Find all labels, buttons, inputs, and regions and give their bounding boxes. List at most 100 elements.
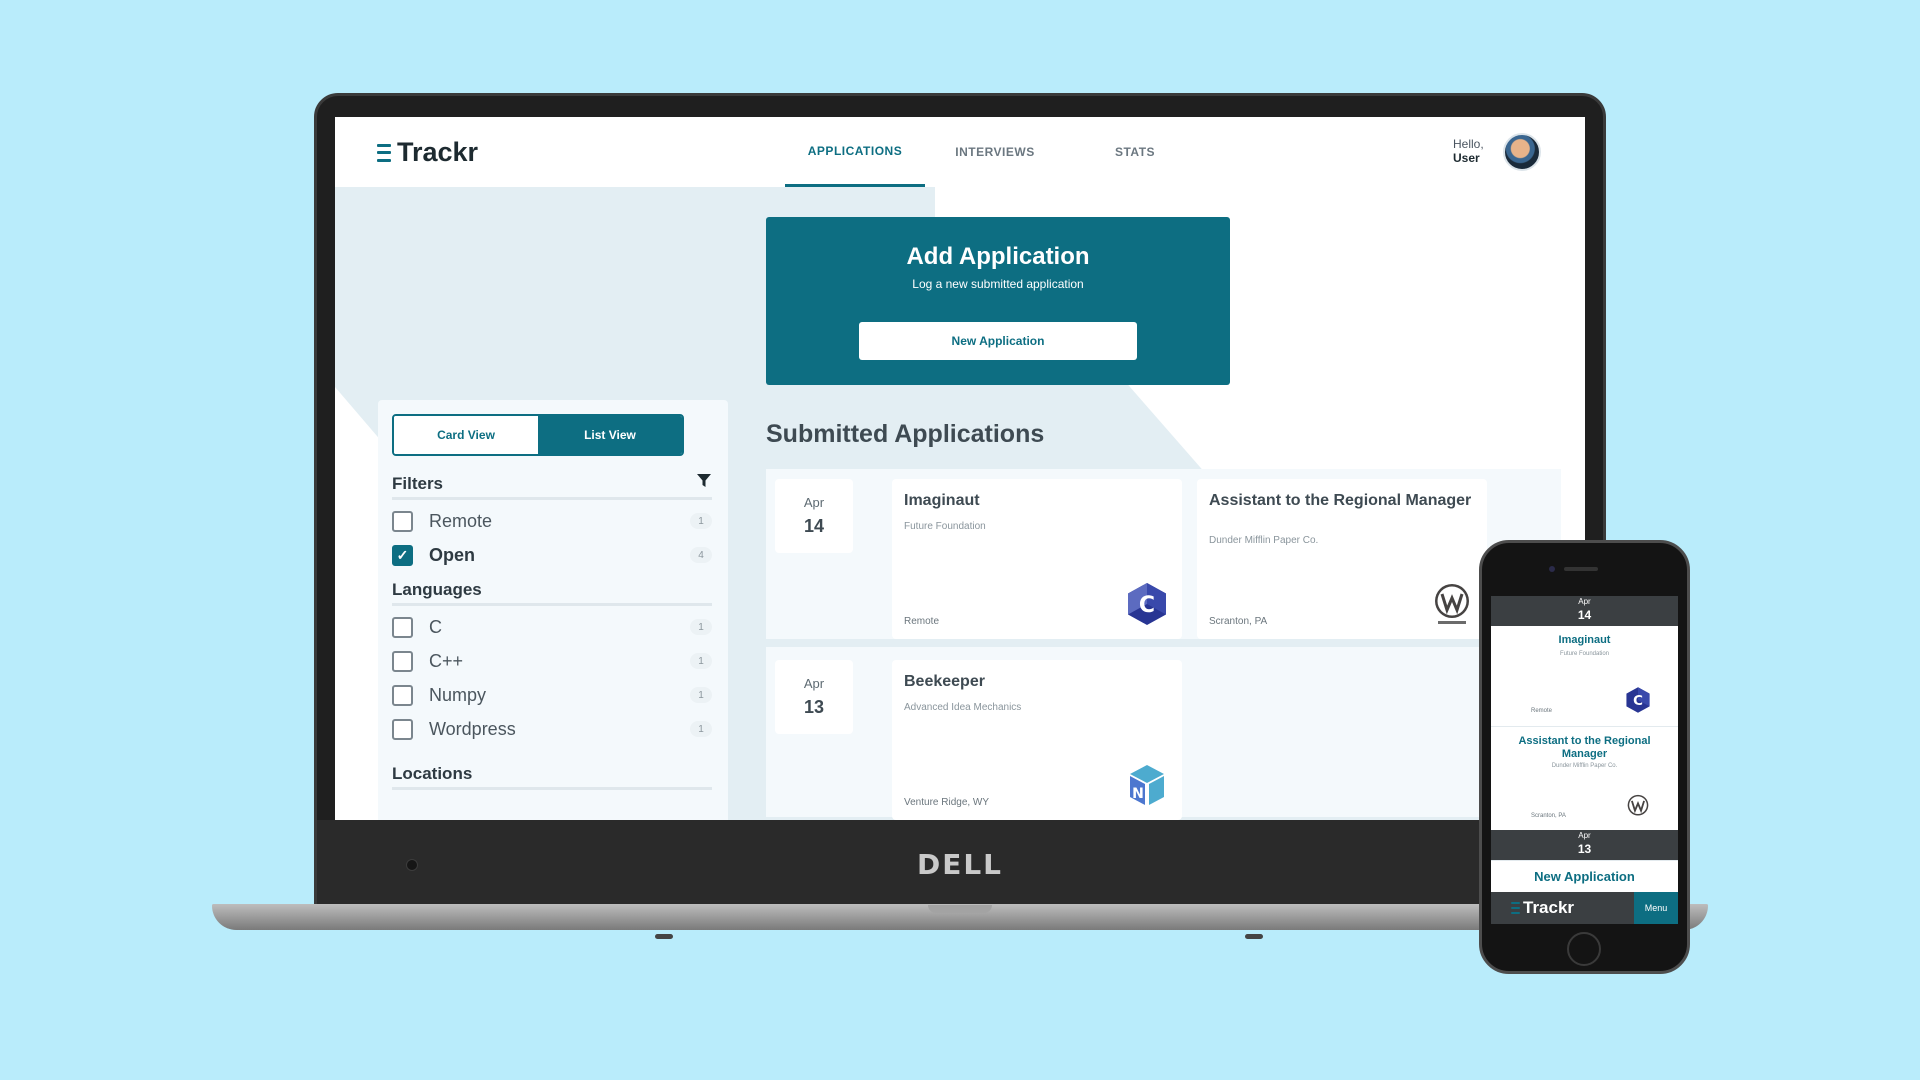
- filter-item-open[interactable]: ✓ Open 4: [392, 541, 712, 569]
- checkbox[interactable]: [392, 616, 413, 638]
- locations-heading: Locations: [392, 764, 473, 783]
- application-location: Scranton, PA: [1531, 813, 1566, 819]
- application-title: Beekeeper: [904, 673, 985, 690]
- filter-count: 1: [690, 687, 712, 703]
- submitted-applications-title: Submitted Applications: [766, 420, 1045, 448]
- filter-label: Wordpress: [429, 718, 516, 739]
- filter-count: 1: [690, 721, 712, 737]
- application-title: Imaginaut: [904, 492, 980, 509]
- filter-count: 1: [690, 653, 712, 669]
- application-company: Future Foundation: [904, 521, 986, 532]
- laptop-base-lip: [928, 905, 992, 913]
- date-badge: Apr 13: [775, 660, 853, 734]
- avatar[interactable]: [1503, 133, 1541, 171]
- date-day: 13: [1577, 842, 1592, 856]
- application-title: Assistant to the Regional Manager: [1209, 492, 1472, 509]
- c-language-icon: C: [1128, 583, 1166, 625]
- webcam: [406, 859, 418, 871]
- filter-count: 4: [690, 547, 712, 563]
- wordpress-icon: [1627, 794, 1649, 816]
- application-company: Dunder Mifflin Paper Co.: [1209, 535, 1319, 546]
- logo-text: Trackr: [1523, 898, 1575, 917]
- date-month: Apr: [1578, 831, 1591, 840]
- mobile-logo[interactable]: Trackr: [1511, 898, 1574, 918]
- checkbox[interactable]: [392, 510, 413, 532]
- add-application-title: Add Application: [906, 243, 1090, 270]
- list-view-button[interactable]: List View: [538, 416, 682, 454]
- filter-label: Remote: [429, 510, 493, 531]
- application-company: Dunder Mifflin Paper Co.: [1551, 763, 1618, 769]
- section-divider: [392, 787, 712, 790]
- filter-panel: Card View List View Filters Remote 1 ✓ O…: [378, 400, 728, 820]
- tab-interviews[interactable]: INTERVIEWS: [925, 117, 1065, 187]
- filter-count: 1: [690, 619, 712, 635]
- mobile-date-strip: Apr 14: [1491, 596, 1678, 626]
- mobile-application-card[interactable]: Imaginaut Future Foundation Remote C: [1491, 626, 1678, 726]
- menu-lines-icon: [1511, 902, 1520, 914]
- filter-item-numpy[interactable]: Numpy 1: [392, 681, 712, 709]
- svg-text:N: N: [1132, 786, 1144, 802]
- date-badge: Apr 14: [775, 479, 853, 553]
- app-header: Trackr APPLICATIONS INTERVIEWS STATS Hel…: [335, 117, 1585, 187]
- section-divider: [392, 497, 712, 500]
- view-toggle: Card View List View: [392, 414, 684, 456]
- checkbox[interactable]: [392, 684, 413, 706]
- application-card[interactable]: Beekeeper Advanced Idea Mechanics Ventur…: [892, 660, 1182, 820]
- application-card[interactable]: Imaginaut Future Foundation Remote C: [892, 479, 1182, 639]
- greeting-text: Hello,: [1453, 137, 1484, 151]
- checkbox[interactable]: [392, 718, 413, 740]
- filter-label: C: [429, 616, 442, 637]
- svg-text:C: C: [1139, 593, 1155, 618]
- tab-stats[interactable]: STATS: [1065, 117, 1205, 187]
- filter-count: 1: [690, 513, 712, 529]
- mobile-menu-button[interactable]: Menu: [1634, 892, 1678, 924]
- application-location: Scranton, PA: [1209, 616, 1268, 627]
- phone-home-button[interactable]: [1567, 932, 1601, 966]
- phone-speaker: [1564, 567, 1598, 571]
- c-language-icon: C: [1626, 687, 1650, 713]
- filter-item-remote[interactable]: Remote 1: [392, 507, 712, 535]
- filter-label: C++: [429, 650, 464, 671]
- application-title: Assistant to the Regional Manager: [1518, 735, 1651, 760]
- logo-text: Trackr: [397, 137, 479, 167]
- application-location: Remote: [1531, 708, 1553, 714]
- filter-item-cpp[interactable]: C++ 1: [392, 647, 712, 675]
- application-company: Future Foundation: [1559, 651, 1610, 657]
- date-day: 14: [1577, 608, 1592, 622]
- filter-item-c[interactable]: C 1: [392, 613, 712, 641]
- date-month: Apr: [1578, 597, 1591, 606]
- laptop-brand-logo: DELL: [916, 848, 1004, 881]
- menu-lines-icon: [377, 143, 391, 162]
- date-day: 13: [803, 697, 825, 717]
- mobile-application-card[interactable]: Assistant to the Regional Manager Dunder…: [1491, 726, 1678, 830]
- filter-item-wordpress[interactable]: Wordpress 1: [392, 715, 712, 743]
- application-card[interactable]: Assistant to the Regional Manager Dunder…: [1197, 479, 1487, 639]
- app-logo[interactable]: Trackr: [377, 137, 478, 168]
- card-view-button[interactable]: Card View: [394, 416, 538, 454]
- phone-camera: [1549, 566, 1555, 572]
- checkbox-checked[interactable]: ✓: [392, 544, 413, 566]
- laptop-foot: [1245, 934, 1263, 939]
- date-month: Apr: [803, 676, 825, 691]
- numpy-icon: N: [1130, 765, 1164, 805]
- filter-label: Open: [429, 544, 476, 565]
- application-title: Imaginaut: [1558, 634, 1611, 646]
- new-application-button[interactable]: New Application: [859, 322, 1137, 360]
- main-nav: APPLICATIONS INTERVIEWS STATS: [785, 117, 1205, 187]
- filter-icon[interactable]: [696, 472, 712, 488]
- date-month: Apr: [803, 495, 825, 510]
- add-application-subtitle: Log a new submitted application: [912, 277, 1084, 291]
- filters-heading: Filters: [392, 474, 444, 493]
- date-day: 14: [803, 516, 825, 536]
- tab-applications[interactable]: APPLICATIONS: [785, 117, 925, 187]
- add-application-card: Add Application Log a new submitted appl…: [766, 217, 1230, 385]
- phone-screen: Apr 14 Imaginaut Future Foundation Remot…: [1491, 596, 1678, 924]
- user-greeting: Hello, User: [1453, 137, 1484, 165]
- languages-heading: Languages: [392, 580, 482, 599]
- mobile-new-application-button[interactable]: New Application: [1491, 860, 1678, 892]
- laptop-screen: Trackr APPLICATIONS INTERVIEWS STATS Hel…: [335, 117, 1585, 820]
- checkbox[interactable]: [392, 650, 413, 672]
- wordpress-icon: [1435, 584, 1469, 624]
- application-location: Remote: [904, 616, 940, 627]
- application-company: Advanced Idea Mechanics: [904, 702, 1022, 713]
